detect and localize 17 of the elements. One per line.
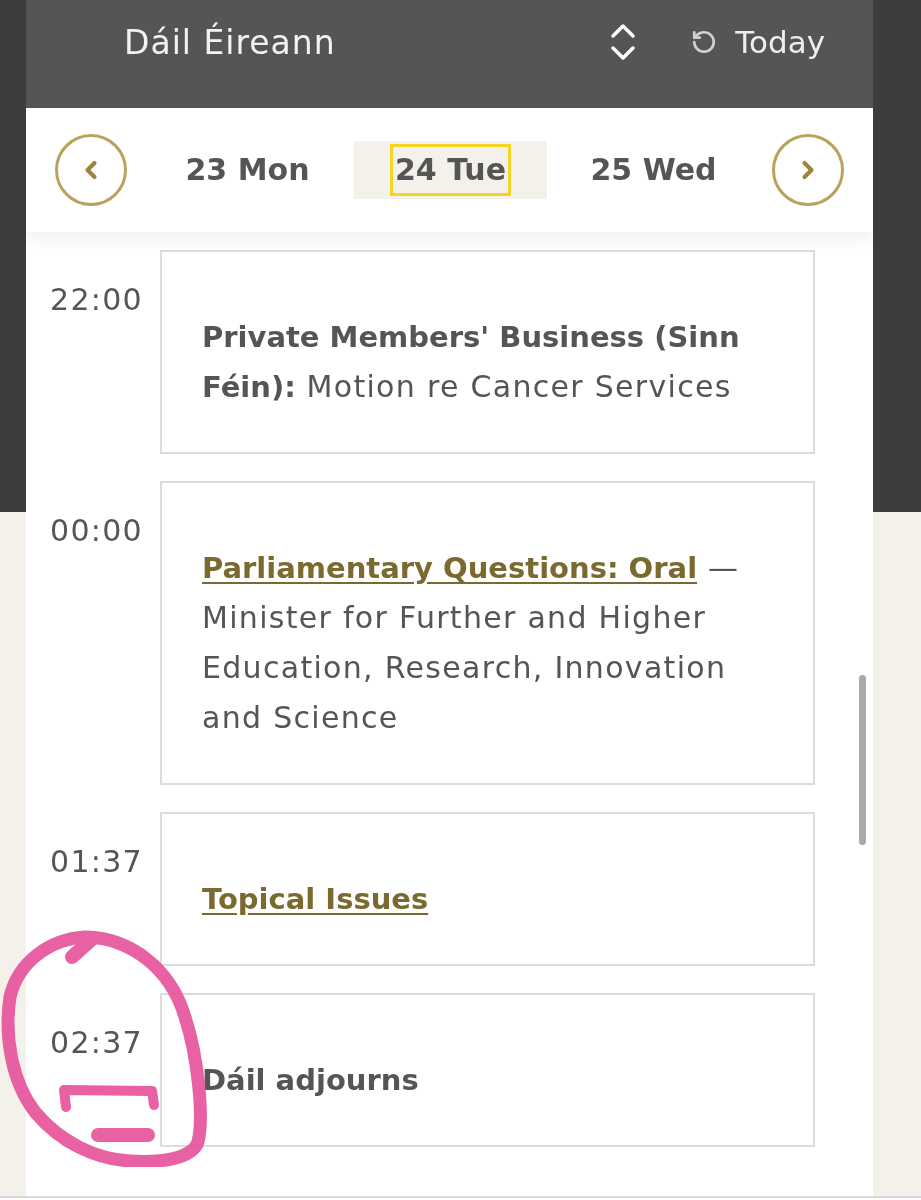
chamber-select[interactable]: Dáil Éireann [124, 20, 637, 64]
event-time: 02:37 [50, 1024, 144, 1062]
event-time: 01:37 [50, 843, 144, 881]
event-link[interactable]: Parliamentary Questions: Oral [202, 551, 698, 585]
event-time: 00:00 [50, 512, 144, 550]
event-title: Dáil adjourns [202, 1062, 420, 1099]
chevrons-up-down-icon [610, 23, 637, 61]
day-tab[interactable]: 25 Wed [557, 141, 750, 199]
day-tab[interactable]: 24 Tue [354, 141, 547, 199]
today-button[interactable]: Today [691, 20, 825, 64]
scrollbar-thumb[interactable] [859, 675, 866, 845]
day-tab[interactable]: 23 Mon [151, 141, 344, 199]
event-link[interactable]: Topical Issues [202, 882, 429, 916]
circular-arrow-icon [691, 29, 718, 55]
event-description: Parliamentary Questions: Oral — Minister for Further and Higher Education, Research, Innovation and Science [202, 549, 741, 737]
event-description: Private Members' Business (Sinn Féin): Motion re Cancer Services [202, 319, 741, 406]
event-time: 22:00 [50, 281, 144, 319]
